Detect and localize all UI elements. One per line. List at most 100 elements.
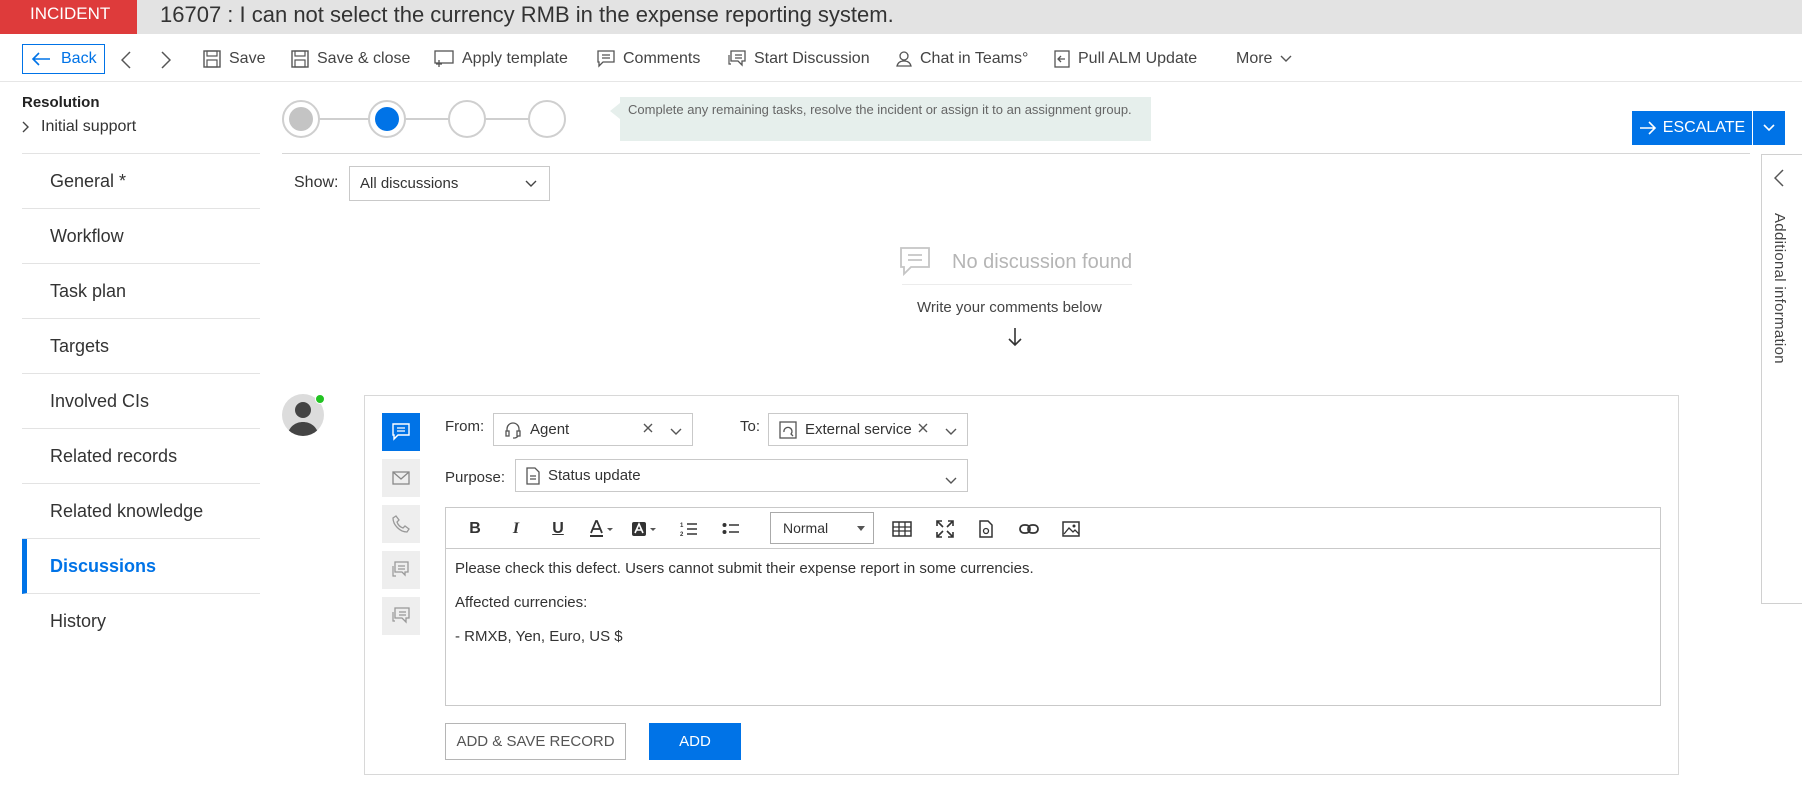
to-select[interactable]: External service [768,413,968,446]
bullet-list-icon [722,523,739,534]
purpose-label: Purpose: [445,469,506,486]
previous-record-button[interactable] [116,48,136,72]
fullscreen-icon [936,520,954,538]
chevron-down-icon [945,423,957,440]
paragraph-format-select[interactable]: Normal [770,512,874,544]
comments-button[interactable]: Comments [597,44,700,74]
empty-state-divider [902,284,1132,285]
background-color-button[interactable] [630,517,660,541]
numbered-list-icon: 12 [680,523,697,537]
link-icon [1019,524,1039,534]
next-record-button[interactable] [156,48,176,72]
discussion-type-button[interactable] [382,597,420,635]
comment-icon [597,50,615,68]
document-icon [526,466,540,485]
apply-template-button[interactable]: Apply template [434,44,568,74]
arrow-down-icon [1008,328,1022,347]
chat-type-button[interactable] [382,551,420,589]
nav-item-discussions[interactable]: Discussions [22,539,260,594]
discussion-filter-select[interactable]: All discussions [349,166,550,201]
nav-item-targets[interactable]: Targets [22,319,260,374]
bullet-list-button[interactable] [721,517,741,541]
file-icon [979,520,993,538]
person-chat-icon [896,51,912,67]
clear-icon[interactable] [642,421,654,438]
start-discussion-button[interactable]: Start Discussion [728,44,870,74]
nav-item-involved-cis[interactable]: Involved CIs [22,374,260,429]
clear-icon[interactable] [917,421,929,438]
numbered-list-button[interactable]: 12 [679,517,699,541]
insert-table-button[interactable] [891,517,913,541]
email-type-button[interactable] [382,459,420,497]
font-color-button[interactable] [588,517,618,541]
insert-image-button[interactable] [1060,517,1082,541]
record-type-badge: INCIDENT [0,0,137,34]
editor-line: - RMXB, Yen, Euro, US $ [455,628,623,645]
from-select[interactable]: Agent [493,413,693,446]
nav-item-task-plan[interactable]: Task plan [22,264,260,319]
nav-item-history[interactable]: History [22,594,260,649]
more-menu-button[interactable]: More [1236,44,1300,74]
bold-button[interactable]: B [463,517,487,541]
to-label: To: [740,418,761,435]
paragraph-format-value: Normal [783,520,829,536]
nav-item-workflow[interactable]: Workflow [22,209,260,264]
phase-subtitle-label: Initial support [41,118,137,135]
italic-button[interactable]: I [504,517,528,541]
chevron-right-icon [22,121,29,133]
svg-text:1: 1 [680,523,684,529]
phase-subtitle[interactable]: Initial support [22,118,136,136]
phone-icon [392,515,410,533]
phase-step-1[interactable] [282,100,320,138]
nav-item-related-knowledge[interactable]: Related knowledge [22,484,260,539]
phase-title: Resolution [22,94,100,111]
nav-item-general[interactable]: General * [22,154,260,209]
chevron-right-icon [161,51,171,69]
arrow-left-icon [31,52,50,66]
editor-toolbar: B I U 12 Normal [445,507,1661,549]
discussion-filter-value: All discussions [360,175,459,192]
phase-step-3[interactable] [448,100,486,138]
back-button[interactable]: Back [22,44,105,74]
save-close-label: Save & close [317,50,411,67]
purpose-value: Status update [548,467,641,484]
toolbar: Back Save Save & close Apply template Co… [0,34,1802,82]
chat-in-teams-label: Chat in Teams° [920,50,1029,67]
insert-file-button[interactable] [976,517,996,541]
comment-editor[interactable]: Please check this defect. Users cannot s… [445,548,1661,706]
fullscreen-button[interactable] [934,517,956,541]
pull-alm-update-button[interactable]: Pull ALM Update [1054,44,1197,74]
nav-item-related-records[interactable]: Related records [22,429,260,484]
phone-type-button[interactable] [382,505,420,543]
chevron-left-icon[interactable] [1774,169,1784,187]
phase-step-4[interactable] [528,100,566,138]
chat-in-teams-button[interactable]: Chat in Teams° [896,44,1028,74]
escalate-button[interactable]: ESCALATE [1632,111,1752,145]
comment-type-button[interactable] [382,413,420,451]
floppy-disk-icon [291,50,309,68]
escalate-label: ESCALATE [1662,119,1746,136]
add-and-save-record-button[interactable]: ADD & SAVE RECORD [445,723,626,760]
additional-information-panel[interactable]: Additional information [1761,154,1802,604]
font-color-icon [590,520,613,537]
from-label: From: [445,418,485,435]
pull-alm-update-label: Pull ALM Update [1078,50,1198,67]
insert-link-button[interactable] [1018,517,1040,541]
floppy-disk-icon [203,50,221,68]
purpose-select[interactable]: Status update [515,459,968,492]
comment-icon [900,247,930,277]
arrow-right-icon [1639,121,1656,135]
save-button[interactable]: Save [203,44,265,74]
save-close-button[interactable]: Save & close [291,44,410,74]
escalate-dropdown-button[interactable] [1753,111,1785,145]
chevron-down-icon [945,472,957,489]
start-discussion-label: Start Discussion [754,50,870,67]
editor-line: Please check this defect. Users cannot s… [455,560,1034,577]
phase-step-2[interactable] [368,100,406,138]
underline-button[interactable]: U [546,517,570,541]
show-filter-label: Show: [294,174,339,191]
add-button[interactable]: ADD [649,723,741,760]
envelope-icon [392,471,410,485]
apply-template-label: Apply template [462,50,568,67]
empty-state-hint: Write your comments below [917,299,1102,316]
